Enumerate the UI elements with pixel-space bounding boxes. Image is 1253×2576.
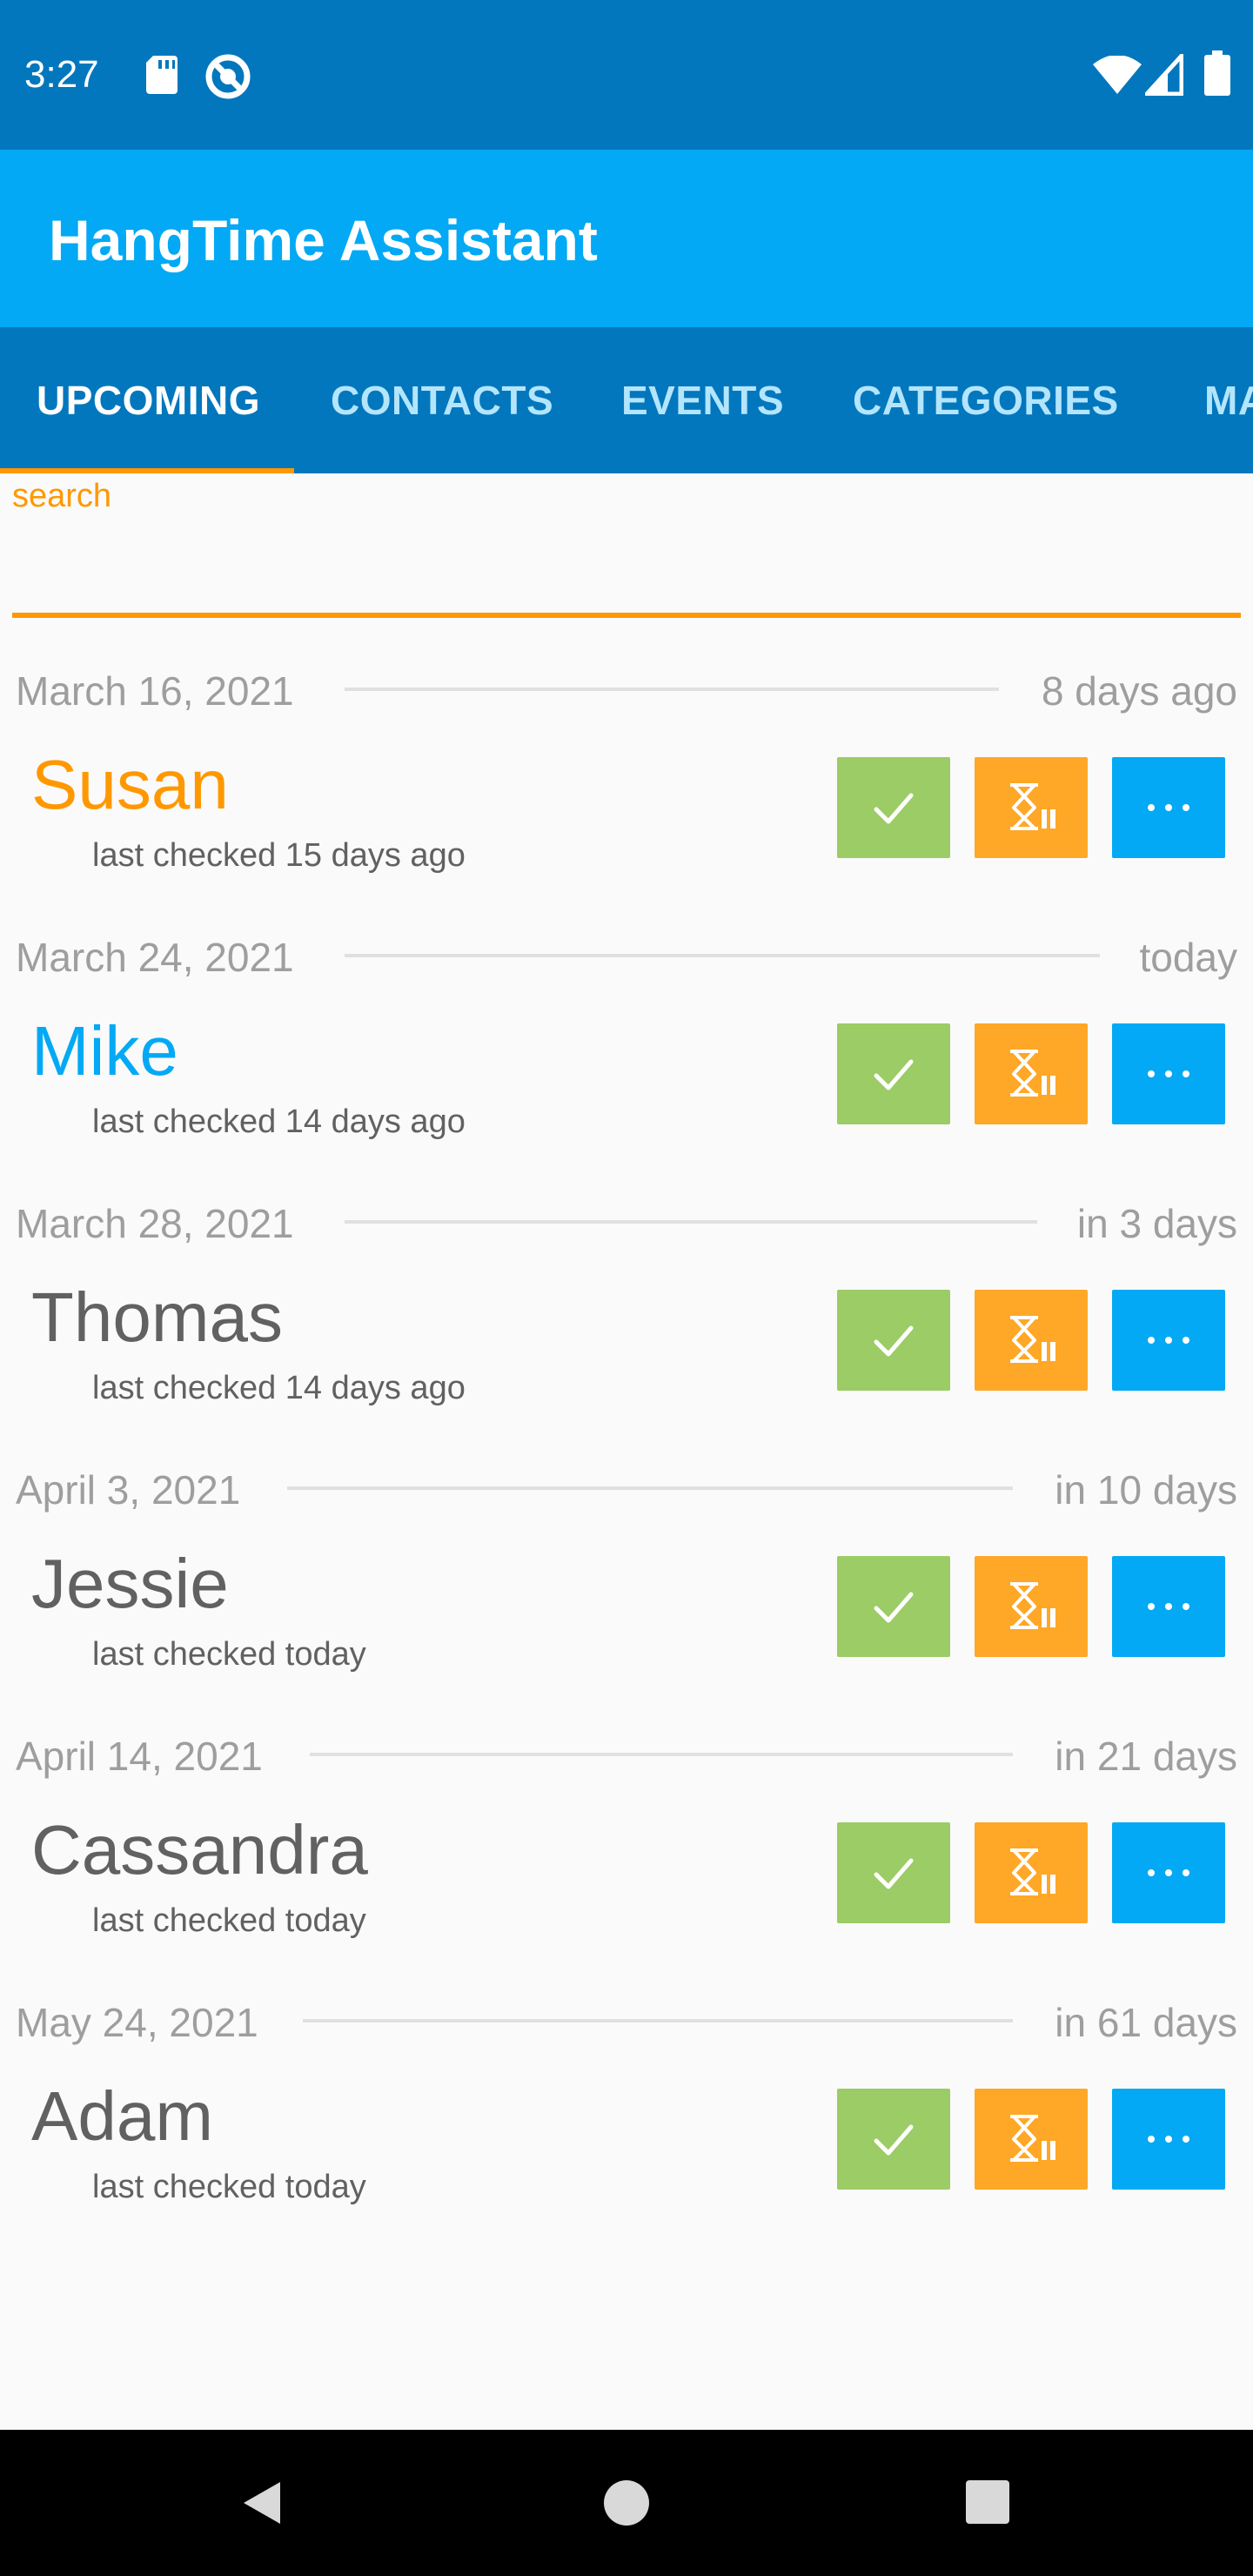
date-label: April 14, 2021	[16, 1732, 263, 1781]
check-in-button[interactable]	[837, 1023, 950, 1124]
snooze-button[interactable]	[975, 1023, 1088, 1124]
list-item: March 24, 2021 today Mike last checked 1…	[0, 910, 1253, 1177]
wifi-icon	[1093, 56, 1142, 94]
hourglass-pause-icon	[1010, 1848, 1055, 1895]
contact-name[interactable]: Adam	[31, 2076, 213, 2157]
checkmark-icon	[874, 1858, 914, 1889]
contact-name[interactable]: Susan	[31, 745, 229, 825]
more-horizontal-icon	[1148, 1869, 1189, 1876]
more-horizontal-icon	[1148, 1337, 1189, 1344]
more-horizontal-icon	[1148, 1603, 1189, 1610]
date-label: May 24, 2021	[16, 1998, 258, 2047]
hourglass-pause-icon	[1010, 1316, 1055, 1363]
hourglass-pause-icon	[1010, 1582, 1055, 1629]
more-horizontal-icon	[1148, 2136, 1189, 2143]
snooze-button[interactable]	[975, 1556, 1088, 1657]
app-bar: HangTime Assistant	[0, 150, 1253, 327]
list-item: March 28, 2021 in 3 days Thomas last che…	[0, 1177, 1253, 1443]
contact-name[interactable]: Jessie	[31, 1544, 229, 1624]
contact-name[interactable]: Thomas	[31, 1278, 283, 1358]
last-checked-label: last checked today	[92, 1636, 366, 1673]
tab-categories[interactable]: CATEGORIES	[853, 376, 1119, 425]
list-item: April 14, 2021 in 21 days Cassandra last…	[0, 1709, 1253, 1976]
snooze-button[interactable]	[975, 1822, 1088, 1923]
relative-date-label: today	[1139, 935, 1237, 980]
contact-name[interactable]: Cassandra	[31, 1810, 368, 1890]
date-divider	[310, 1753, 1013, 1756]
more-options-button[interactable]	[1112, 1556, 1225, 1657]
battery-icon	[1204, 50, 1230, 96]
last-checked-label: last checked today	[92, 1902, 366, 1939]
date-divider	[345, 1220, 1037, 1224]
more-options-button[interactable]	[1112, 1023, 1225, 1124]
contact-name[interactable]: Mike	[31, 1011, 178, 1091]
date-divider	[303, 2019, 1013, 2023]
navigation-bar	[0, 2430, 1253, 2576]
app-title: HangTime Assistant	[49, 208, 598, 272]
check-in-button[interactable]	[837, 2089, 950, 2190]
checkmark-icon	[874, 793, 914, 824]
relative-date-label: in 3 days	[1076, 1201, 1237, 1246]
snooze-button[interactable]	[975, 2089, 1088, 2190]
last-checked-label: last checked 14 days ago	[92, 1104, 466, 1140]
more-options-button[interactable]	[1112, 1822, 1225, 1923]
relative-date-label: in 61 days	[1055, 2000, 1237, 2045]
signal-icon	[1145, 54, 1183, 96]
checkmark-icon	[874, 1325, 914, 1357]
checkmark-icon	[874, 1059, 914, 1090]
sd-card-icon	[146, 56, 178, 94]
check-in-button[interactable]	[837, 1290, 950, 1391]
last-checked-label: last checked 14 days ago	[92, 1370, 466, 1406]
check-in-button[interactable]	[837, 1822, 950, 1923]
date-label: April 3, 2021	[16, 1466, 241, 1514]
last-checked-label: last checked today	[92, 2169, 366, 2205]
date-label: March 24, 2021	[16, 933, 294, 982]
relative-date-label: in 21 days	[1055, 1734, 1237, 1779]
checkmark-icon	[874, 1592, 914, 1623]
sync-icon	[205, 54, 251, 99]
check-in-button[interactable]	[837, 1556, 950, 1657]
status-bar: 3:27	[0, 0, 1253, 150]
home-icon[interactable]	[602, 2479, 651, 2527]
list-item: March 16, 2021 8 days ago Susan last che…	[0, 644, 1253, 910]
list-item: April 3, 2021 in 10 days Jessie last che…	[0, 1443, 1253, 1709]
snooze-button[interactable]	[975, 1290, 1088, 1391]
tab-upcoming[interactable]: UPCOMING	[37, 376, 260, 425]
more-options-button[interactable]	[1112, 757, 1225, 858]
tab-events[interactable]: EVENTS	[621, 376, 784, 425]
more-horizontal-icon	[1148, 804, 1189, 811]
more-options-button[interactable]	[1112, 2089, 1225, 2190]
date-label: March 28, 2021	[16, 1199, 294, 1248]
recents-icon[interactable]	[964, 2479, 1011, 2526]
snooze-button[interactable]	[975, 757, 1088, 858]
tab-indicator	[0, 468, 294, 473]
date-divider	[287, 1486, 1013, 1490]
tab-contacts[interactable]: CONTACTS	[331, 376, 553, 425]
last-checked-label: last checked 15 days ago	[92, 837, 466, 874]
hourglass-pause-icon	[1010, 2115, 1055, 2162]
hourglass-pause-icon	[1010, 783, 1055, 830]
search-label: search	[12, 478, 112, 514]
date-label: March 16, 2021	[16, 667, 294, 715]
back-icon[interactable]	[235, 2475, 291, 2531]
upcoming-list: March 16, 2021 8 days ago Susan last che…	[0, 644, 1253, 2242]
relative-date-label: 8 days ago	[1041, 668, 1237, 714]
search-input[interactable]	[12, 522, 1241, 618]
status-time: 3:27	[24, 53, 99, 96]
checkmark-icon	[874, 2124, 914, 2156]
tab-bar: UPCOMING CONTACTS EVENTS CATEGORIES MA	[0, 327, 1253, 473]
check-in-button[interactable]	[837, 757, 950, 858]
more-options-button[interactable]	[1112, 1290, 1225, 1391]
hourglass-pause-icon	[1010, 1050, 1055, 1097]
list-item: May 24, 2021 in 61 days Adam last checke…	[0, 1976, 1253, 2242]
tab-more[interactable]: MA	[1204, 376, 1253, 425]
date-divider	[345, 688, 999, 691]
relative-date-label: in 10 days	[1055, 1467, 1237, 1513]
date-divider	[345, 954, 1100, 957]
more-horizontal-icon	[1148, 1070, 1189, 1077]
